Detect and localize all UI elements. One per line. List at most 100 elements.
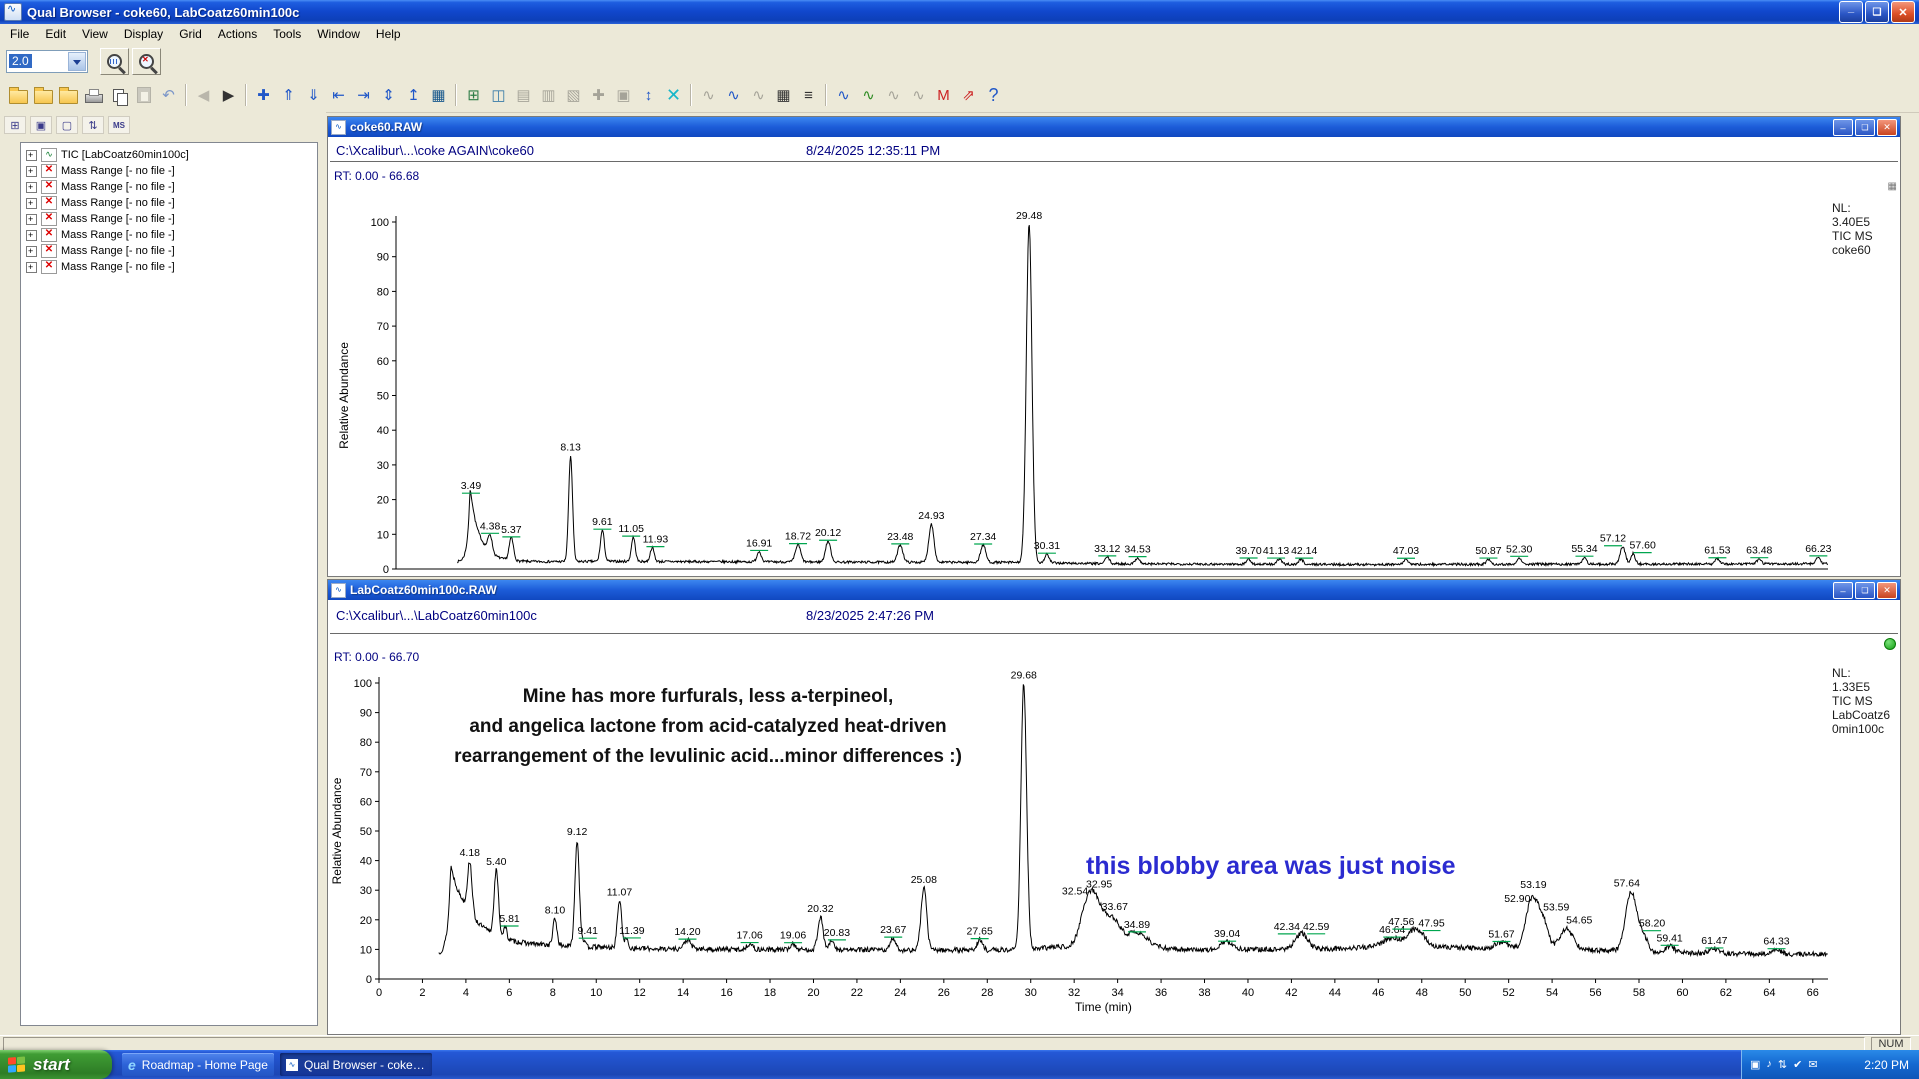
tree-item[interactable]: ✕Mass Range [- no file -] xyxy=(21,179,317,195)
forward-cell-icon[interactable]: ▶ xyxy=(216,83,241,108)
library-search-icon[interactable]: M xyxy=(931,83,956,108)
open-raw-file-icon[interactable] xyxy=(6,83,31,108)
open-sequence-icon[interactable] xyxy=(56,83,81,108)
peak-label: 5.40 xyxy=(486,856,507,868)
pane-minimize-button[interactable] xyxy=(1833,119,1853,136)
expander-icon[interactable] xyxy=(26,182,37,193)
reset-display-icon[interactable]: ✚ xyxy=(251,83,276,108)
tree-item[interactable]: ✕Mass Range [- no file -] xyxy=(21,195,317,211)
pin-cell-icon[interactable]: ▣ xyxy=(611,83,636,108)
merge-cells-icon[interactable]: ▤ xyxy=(511,83,536,108)
menu-item-help[interactable]: Help xyxy=(368,25,409,43)
pane-titlebar[interactable]: LabCoatz60min100c.RAW xyxy=(328,580,1900,600)
zoom-apply-button[interactable] xyxy=(100,48,129,75)
pane-close-button[interactable] xyxy=(1877,119,1897,136)
pane-restore-button[interactable] xyxy=(1855,119,1875,136)
chromatogram-icon[interactable]: ∿ xyxy=(721,83,746,108)
back-cell-icon[interactable]: ◀ xyxy=(191,83,216,108)
expander-icon[interactable] xyxy=(26,166,37,177)
ms-ranges-icon[interactable]: MS xyxy=(108,116,130,134)
pan-left-icon[interactable]: ⇤ xyxy=(326,83,351,108)
tray-messenger-icon[interactable]: ✉ xyxy=(1808,1058,1817,1071)
scale-up-icon[interactable]: ⇑ xyxy=(276,83,301,108)
tree-item[interactable]: ∿TIC [LabCoatz60min100c] xyxy=(21,147,317,163)
menu-item-display[interactable]: Display xyxy=(116,25,171,43)
window-titlebar[interactable]: Qual Browser - coke60, LabCoatz60min100c xyxy=(0,0,1919,24)
pane-restore-button[interactable] xyxy=(1855,582,1875,599)
paste-icon[interactable] xyxy=(131,83,156,108)
pane-minimize-button[interactable] xyxy=(1833,582,1853,599)
table-icon[interactable]: ▦ xyxy=(771,83,796,108)
normalize-icon[interactable]: ⇕ xyxy=(376,83,401,108)
expander-icon[interactable] xyxy=(26,214,37,225)
tray-network-icon[interactable]: ⇅ xyxy=(1778,1058,1787,1071)
splitter-handle-icon[interactable] xyxy=(1888,181,1897,192)
combo-dropdown-icon[interactable] xyxy=(68,52,86,71)
sort-ranges-icon[interactable]: ⇅ xyxy=(82,116,104,134)
copy-cell-view-icon[interactable]: ▣ xyxy=(30,116,52,134)
map-view-icon[interactable]: ∿ xyxy=(881,83,906,108)
split-axes-icon[interactable]: ↕ xyxy=(636,83,661,108)
tree-item[interactable]: ✕Mass Range [- no file -] xyxy=(21,259,317,275)
expander-icon[interactable] xyxy=(26,150,37,161)
taskbar-task-roadmap[interactable]: Roadmap - Home Page xyxy=(122,1053,274,1076)
dock-view-icon[interactable]: ⊞ xyxy=(4,116,26,134)
cascade-cells-icon[interactable]: ▧ xyxy=(561,83,586,108)
spectrum-green-icon[interactable]: ∿ xyxy=(856,83,881,108)
start-button[interactable]: start xyxy=(0,1050,112,1079)
grid-insert-icon[interactable]: ⊞ xyxy=(461,83,486,108)
expander-icon[interactable] xyxy=(26,198,37,209)
open-layout-icon[interactable] xyxy=(31,83,56,108)
menu-item-edit[interactable]: Edit xyxy=(37,25,74,43)
print-icon[interactable] xyxy=(81,83,106,108)
tree-item[interactable]: ✕Mass Range [- no file -] xyxy=(21,163,317,179)
tile-cells-icon[interactable]: ◫ xyxy=(486,83,511,108)
restore-button[interactable] xyxy=(1865,1,1889,23)
tray-display-icon[interactable]: ▣ xyxy=(1750,1058,1760,1071)
tray-security-icon[interactable]: ✔ xyxy=(1793,1058,1802,1071)
help-icon[interactable]: ? xyxy=(981,83,1006,108)
toolbar-separator xyxy=(185,84,187,106)
tree-item[interactable]: ✕Mass Range [- no file -] xyxy=(21,243,317,259)
pane-close-button[interactable] xyxy=(1877,582,1897,599)
pane-titlebar[interactable]: coke60.RAW xyxy=(328,117,1900,137)
expand-cell-icon[interactable]: ✚ xyxy=(586,83,611,108)
x-tick-label: 4 xyxy=(463,987,469,999)
expander-icon[interactable] xyxy=(26,262,37,273)
tray-volume-icon[interactable]: ♪ xyxy=(1766,1058,1772,1071)
tree-item[interactable]: ✕Mass Range [- no file -] xyxy=(21,227,317,243)
pan-right-icon[interactable]: ⇥ xyxy=(351,83,376,108)
delete-cell-icon[interactable]: ✕ xyxy=(661,83,686,108)
menu-item-file[interactable]: File xyxy=(2,25,37,43)
scale-combo[interactable]: 2.0 xyxy=(6,50,88,73)
expander-icon[interactable] xyxy=(26,230,37,241)
zoom-reset-button[interactable] xyxy=(132,48,161,75)
spectrum-icon[interactable]: ∿ xyxy=(831,83,856,108)
expander-icon[interactable] xyxy=(26,246,37,257)
new-page-icon[interactable]: ▢ xyxy=(56,116,78,134)
chart-extra-icon[interactable]: ∿ xyxy=(906,83,931,108)
menu-item-view[interactable]: View xyxy=(74,25,116,43)
list-icon[interactable]: ≡ xyxy=(796,83,821,108)
window-title: Qual Browser - coke60, LabCoatz60min100c xyxy=(27,5,1839,20)
taskbar-task-qual-browser[interactable]: Qual Browser - coke6... xyxy=(280,1053,432,1076)
menu-item-grid[interactable]: Grid xyxy=(171,25,210,43)
menu-item-tools[interactable]: Tools xyxy=(265,25,309,43)
arrange-cells-icon[interactable]: ▥ xyxy=(536,83,561,108)
spectrum-gray-icon[interactable]: ∿ xyxy=(746,83,771,108)
export-chart-icon[interactable]: ⇗ xyxy=(956,83,981,108)
close-button[interactable] xyxy=(1891,1,1915,23)
autoscale-icon[interactable]: ↥ xyxy=(401,83,426,108)
display-options-icon[interactable]: ▦ xyxy=(426,83,451,108)
menu-item-window[interactable]: Window xyxy=(309,25,368,43)
scale-down-icon[interactable]: ⇓ xyxy=(301,83,326,108)
copy-icon[interactable] xyxy=(106,83,131,108)
menu-item-actions[interactable]: Actions xyxy=(210,25,265,43)
minimize-button[interactable] xyxy=(1839,1,1863,23)
nl-line: 3.40E5 xyxy=(1832,215,1873,229)
tic-chromatogram-coke60[interactable]: 0102030405060708090100Relative Abundance… xyxy=(328,179,1900,577)
taskbar-clock[interactable]: 2:20 PM xyxy=(1864,1058,1909,1072)
undo-icon[interactable]: ↶ xyxy=(156,83,181,108)
chromatogram-small-icon[interactable]: ∿ xyxy=(696,83,721,108)
tree-item[interactable]: ✕Mass Range [- no file -] xyxy=(21,211,317,227)
